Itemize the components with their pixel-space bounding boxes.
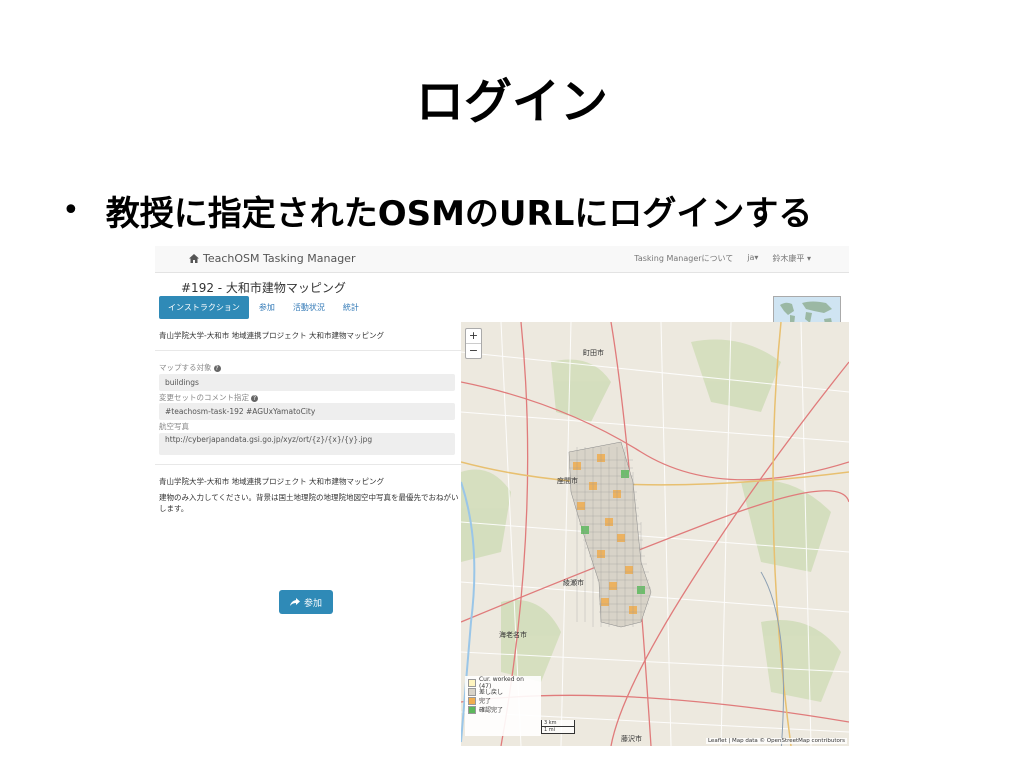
home-icon [189, 254, 199, 263]
scale-bar: 3 km 1 mi [541, 720, 575, 734]
changeset-label: 変更セットのコメント指定? [159, 393, 258, 402]
tab-join[interactable]: 参加 [251, 296, 283, 319]
project-title: #192 - 大和市建物マッピング [181, 281, 346, 295]
bullet-dot: • [62, 193, 80, 228]
tab-activity[interactable]: 活動状況 [285, 296, 333, 319]
help-icon[interactable]: ? [213, 364, 221, 372]
navbar: TeachOSM Tasking Manager Tasking Manager… [155, 246, 849, 273]
legend-swatch [468, 687, 476, 696]
divider [155, 464, 461, 465]
about-link[interactable]: Tasking Managerについて [634, 253, 733, 264]
place-label: 町田市 [583, 349, 604, 357]
place-label: 綾瀬市 [563, 579, 584, 587]
bullet-line: • 教授に指定されたOSMのURLにログインする [62, 186, 812, 235]
legend-item: 確認完了 [468, 705, 538, 714]
legend-swatch [468, 696, 476, 705]
place-label: 座間市 [557, 477, 578, 485]
map-legend: Cur. worked on (47) 差し戻し 完了 確認完了 [465, 676, 541, 736]
imagery-field: http://cyberjapandata.gsi.go.jp/xyz/ort/… [159, 433, 455, 455]
brand-link[interactable]: TeachOSM Tasking Manager [189, 252, 355, 265]
help-icon[interactable]: ? [251, 394, 258, 402]
changeset-field: #teachosm-task-192 #AGUxYamatoCity [159, 403, 455, 420]
user-menu[interactable]: 鈴木康平 ▾ [772, 253, 811, 264]
zoom-control: + − [465, 328, 482, 359]
legend-item: Cur. worked on (47) [468, 676, 538, 690]
legend-swatch [468, 705, 476, 714]
slide-title: ログイン [415, 74, 608, 130]
instruction-heading: 青山学院大学-大和市 地域連携プロジェクト 大和市建物マッピング [159, 331, 384, 340]
legend-item: 完了 [468, 696, 538, 705]
join-button[interactable]: 参加 [279, 590, 333, 614]
description-heading: 青山学院大学-大和市 地域連携プロジェクト 大和市建物マッピング [159, 477, 384, 486]
tab-stats[interactable]: 統計 [335, 296, 367, 319]
join-button-label: 参加 [303, 598, 322, 609]
language-menu[interactable]: ja▾ [747, 253, 758, 264]
divider [155, 350, 461, 351]
imagery-label: 航空写真 [159, 422, 189, 431]
scale-mi: 1 mi [541, 727, 575, 734]
description-body: 建物のみ入力してください。背景は国土地理院の地理院地図空中写真を最優先でおねがい… [159, 493, 459, 513]
zoom-out-button[interactable]: − [466, 344, 481, 358]
share-arrow-icon [289, 598, 300, 606]
tab-bar: インストラクション 参加 活動状況 統計 [159, 296, 369, 319]
tab-instructions[interactable]: インストラクション [159, 296, 249, 319]
map-target-field: buildings [159, 374, 455, 391]
brand-label: TeachOSM Tasking Manager [203, 252, 356, 265]
legend-swatch [468, 678, 476, 687]
zoom-in-button[interactable]: + [466, 329, 481, 344]
map-target-label: マップする対象? [159, 363, 221, 372]
instruction-panel: 青山学院大学-大和市 地域連携プロジェクト 大和市建物マッピング マップする対象… [155, 320, 461, 746]
place-label: 海老名市 [499, 631, 527, 639]
scale-km: 3 km [541, 720, 575, 727]
task-map[interactable]: + − 町田市 座間市 綾瀬市 海老名市 藤沢市 Cur. worked on … [461, 322, 849, 746]
bullet-text: 教授に指定されたOSMのURLにログインする [105, 194, 813, 234]
map-attribution[interactable]: Leaflet | Map data © OpenStreetMap contr… [705, 738, 847, 744]
place-label: 藤沢市 [621, 735, 642, 743]
app-screenshot: TeachOSM Tasking Manager Tasking Manager… [155, 246, 849, 746]
